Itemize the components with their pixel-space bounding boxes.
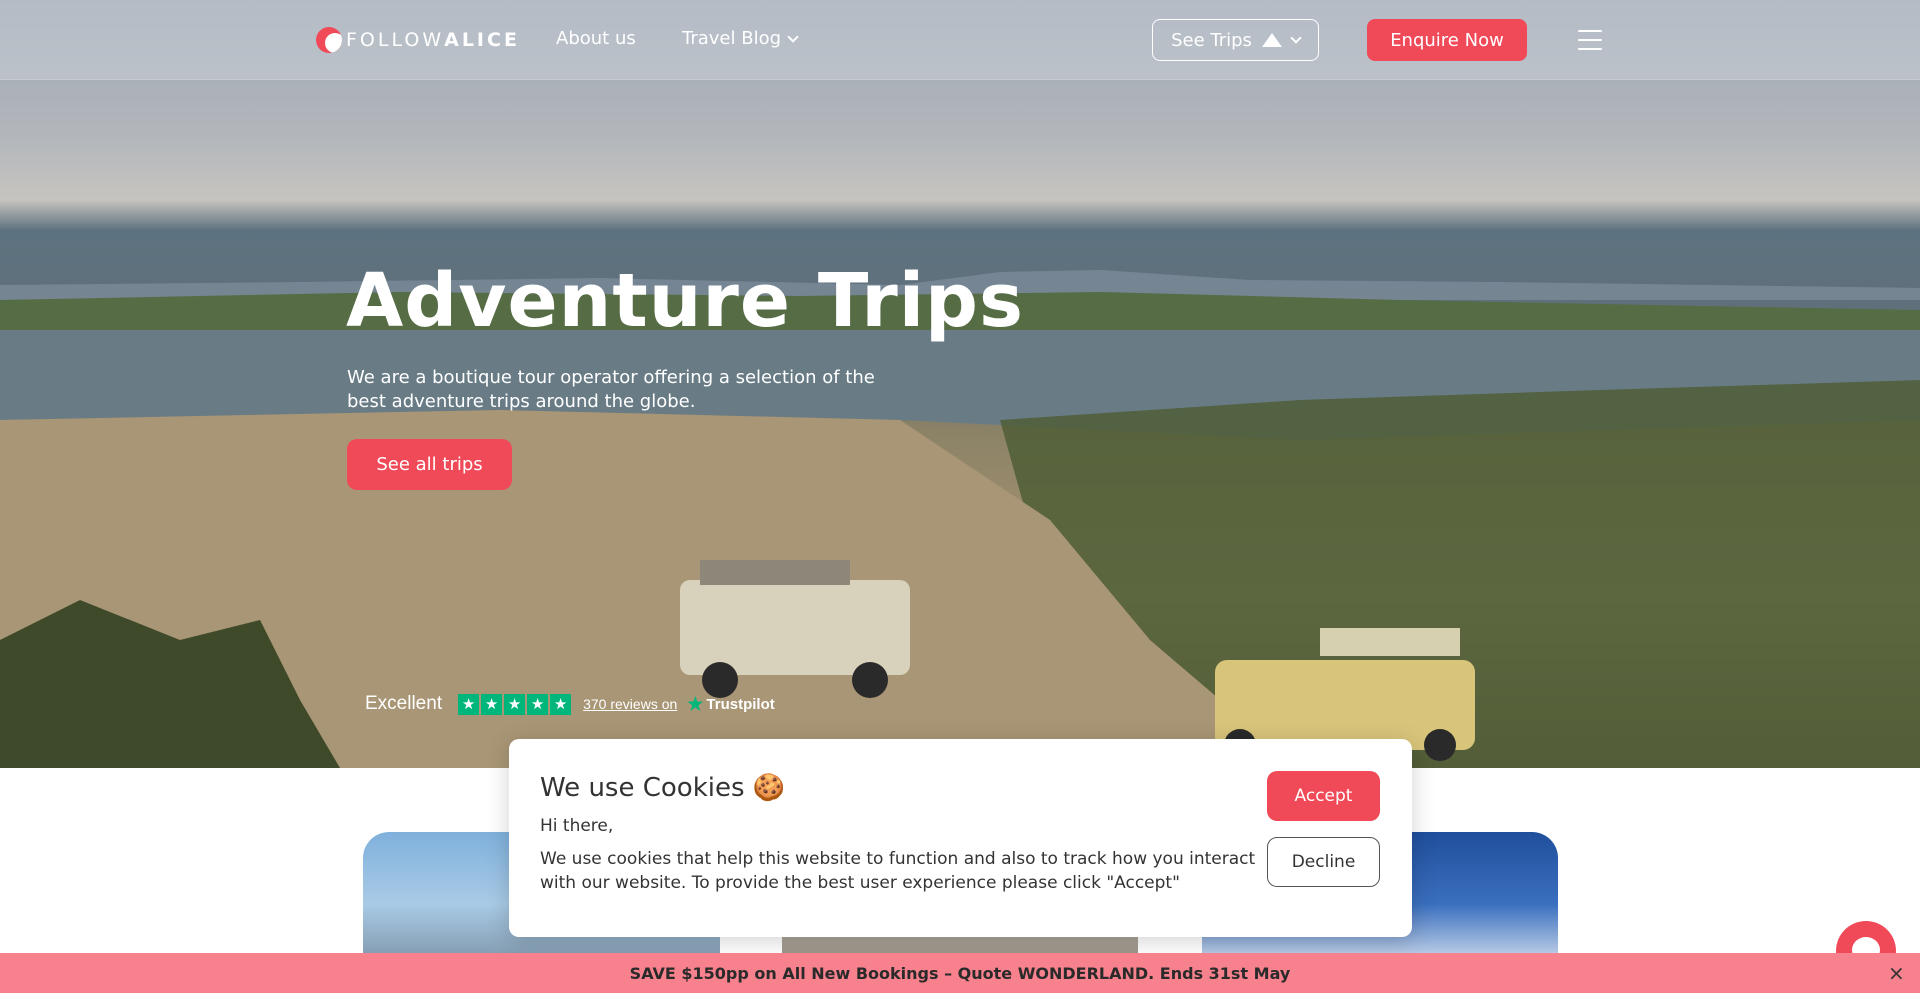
enquire-now-button[interactable]: Enquire Now (1367, 19, 1527, 61)
chevron-down-icon (1290, 32, 1302, 44)
see-all-trips-label: See all trips (376, 454, 483, 475)
promo-bar: SAVE $150pp on All New Bookings – Quote … (0, 953, 1920, 993)
brand-logo[interactable]: FOLLOWALICE (316, 26, 520, 54)
hero-section: FOLLOWALICE About us Travel Blog See Tri… (0, 0, 1920, 768)
cookie-greeting: Hi there, (540, 816, 614, 836)
hero-subtitle: We are a boutique tour operator offering… (347, 367, 875, 412)
star-icon: ★ (550, 693, 572, 715)
see-trips-label: See Trips (1171, 29, 1252, 51)
logo-icon (316, 27, 342, 53)
cookie-body: We use cookies that help this website to… (540, 849, 1256, 893)
enquire-now-label: Enquire Now (1390, 29, 1504, 51)
nav-link-about-us[interactable]: About us (556, 28, 636, 49)
close-icon[interactable]: × (1888, 961, 1905, 985)
star-icon: ★ (504, 693, 526, 715)
trustpilot-brand: Trustpilot (706, 695, 775, 713)
star-icon: ★ (527, 693, 549, 715)
star-icon: ★ (458, 693, 480, 715)
logo-text-light: FOLLOW (346, 29, 445, 51)
trustpilot-reviews-link[interactable]: 370 reviews on (583, 696, 677, 712)
cookie-accept-button[interactable]: Accept (1267, 771, 1380, 821)
logo-text-bold: ALICE (444, 29, 520, 51)
nav-link-label: About us (556, 28, 636, 49)
trustpilot-stars: ★ ★ ★ ★ ★ (458, 693, 572, 715)
decline-label: Decline (1291, 852, 1356, 872)
cookie-decline-button[interactable]: Decline (1267, 837, 1380, 887)
hero-title: Adventure Trips (346, 258, 1025, 344)
hero-background-image (0, 270, 1920, 768)
nav-link-label: Travel Blog (682, 28, 782, 49)
top-navigation: FOLLOWALICE About us Travel Blog See Tri… (0, 0, 1920, 80)
star-icon: ★ (481, 693, 503, 715)
accept-label: Accept (1294, 786, 1353, 806)
cookie-banner: We use Cookies 🍪 Hi there, We use cookie… (509, 739, 1412, 937)
nav-link-travel-blog[interactable]: Travel Blog (682, 28, 799, 49)
hamburger-menu-icon[interactable] (1578, 30, 1602, 50)
cookie-title: We use Cookies 🍪 (540, 773, 786, 803)
trustpilot-logo: ★ Trustpilot (687, 694, 774, 715)
trustpilot-star-icon: ★ (687, 693, 704, 714)
see-trips-dropdown[interactable]: See Trips (1152, 19, 1319, 61)
trustpilot-rating-text: Excellent (365, 693, 443, 714)
see-all-trips-button[interactable]: See all trips (347, 439, 512, 490)
promo-text: SAVE $150pp on All New Bookings – Quote … (629, 963, 1291, 983)
chevron-down-icon (787, 30, 799, 43)
trustpilot-widget[interactable]: Excellent ★ ★ ★ ★ ★ 370 reviews on ★ Tru… (365, 693, 775, 715)
mountain-icon (1261, 33, 1282, 47)
